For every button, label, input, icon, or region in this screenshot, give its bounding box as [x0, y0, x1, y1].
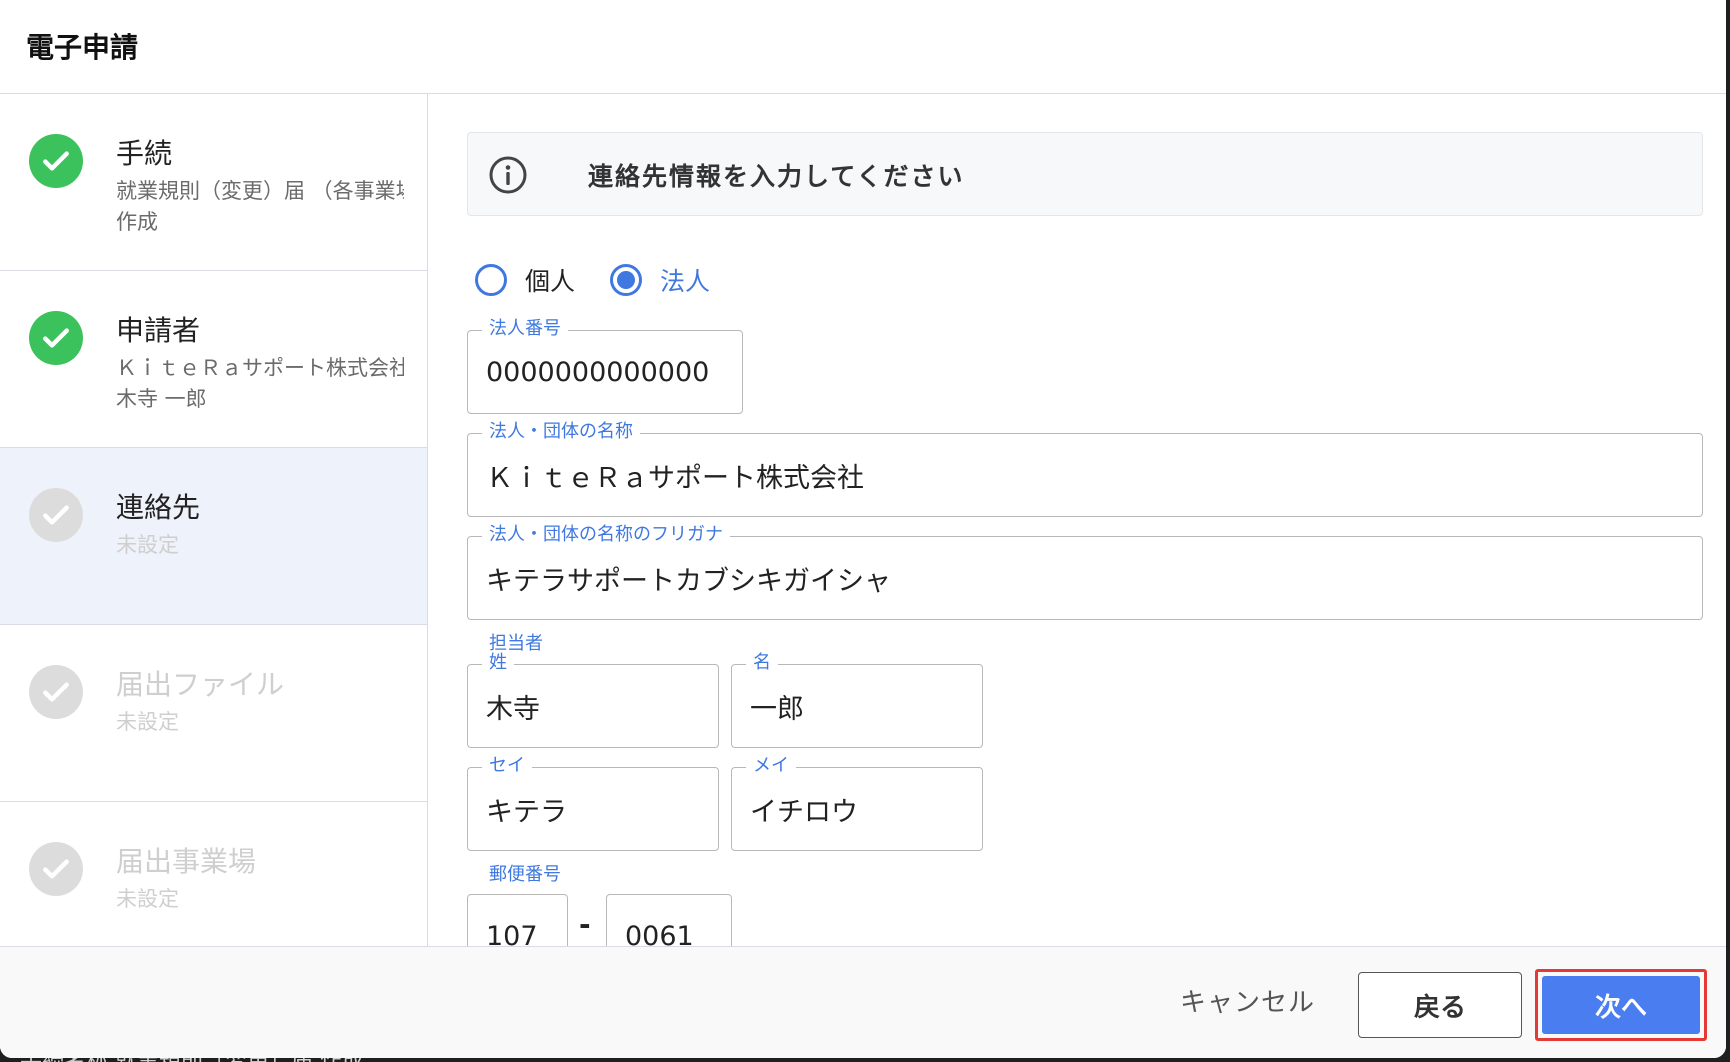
step-submission-file[interactable]: 届出ファイル 未設定	[0, 625, 427, 802]
dialog-title: 電子申請	[26, 31, 139, 64]
step-procedure[interactable]: 手続 就業規則（変更）届 （各事業場単位による届出） 作成	[0, 94, 427, 271]
first-name-kana-field: メイ	[731, 754, 983, 851]
check-circle-icon	[29, 665, 83, 719]
cancel-button[interactable]: キャンセル	[1180, 982, 1315, 1019]
postal-code-first-input[interactable]	[468, 895, 567, 946]
step-subtitle: 未設定	[116, 707, 404, 738]
check-circle-icon	[29, 842, 83, 896]
postal-code-label: 郵便番号	[489, 864, 561, 885]
postal-code-second-field	[606, 894, 732, 946]
check-circle-icon	[29, 488, 83, 542]
radio-checked-icon	[610, 264, 642, 296]
info-icon	[489, 156, 527, 194]
step-contact[interactable]: 連絡先 未設定	[0, 448, 427, 625]
last-name-field: 姓	[467, 651, 719, 748]
step-subtitle-line: ＫｉｔｅＲａサポート株式会社	[116, 356, 404, 380]
step-subtitle-line: 未設定	[116, 710, 179, 734]
step-title: 申請者	[116, 314, 201, 347]
postal-code-first-field	[467, 894, 568, 946]
step-subtitle: ＫｉｔｅＲａサポート株式会社 木寺 一郎	[116, 353, 404, 415]
next-button[interactable]: 次へ	[1542, 976, 1700, 1034]
radio-unchecked-icon	[475, 264, 507, 296]
step-sidebar: 手続 就業規則（変更）届 （各事業場単位による届出） 作成 申請者 ＫｉｔｅＲａ…	[0, 94, 428, 946]
step-subtitle-line: 未設定	[116, 887, 179, 911]
step-subtitle-line: 未設定	[116, 533, 179, 557]
step-title: 届出ファイル	[116, 668, 285, 701]
last-name-kana-field: セイ	[467, 754, 719, 851]
corporate-number-field: 法人番号	[467, 317, 743, 414]
radio-label: 個人	[525, 267, 576, 296]
step-submission-workplace[interactable]: 届出事業場 未設定	[0, 802, 427, 946]
info-message: 連絡先情報を入力してください	[588, 162, 965, 191]
corporate-name-kana-field: 法人・団体の名称のフリガナ	[467, 523, 1703, 620]
corporate-name-field: 法人・団体の名称	[467, 420, 1703, 517]
back-button[interactable]: 戻る	[1358, 972, 1522, 1038]
corporate-name-input[interactable]	[468, 434, 1702, 516]
step-title: 届出事業場	[116, 845, 257, 878]
step-subtitle-line: 木寺 一郎	[116, 387, 207, 411]
step-subtitle-line: 就業規則（変更）届 （各事業場単位による届出）	[116, 179, 404, 203]
contact-form-panel: 連絡先情報を入力してください 個人 法人 法人番号 法人・団体の名称 法人・団体…	[428, 94, 1726, 946]
radio-label: 法人	[660, 267, 711, 296]
step-subtitle: 未設定	[116, 530, 404, 561]
dialog-header: 電子申請	[0, 0, 1726, 94]
last-name-kana-input[interactable]	[468, 768, 718, 850]
next-button-highlight: 次へ	[1535, 969, 1707, 1041]
check-circle-icon	[29, 134, 83, 188]
step-subtitle: 未設定	[116, 884, 404, 915]
step-subtitle: 就業規則（変更）届 （各事業場単位による届出） 作成	[116, 176, 404, 238]
first-name-field: 名	[731, 651, 983, 748]
first-name-input[interactable]	[732, 665, 982, 747]
first-name-kana-input[interactable]	[732, 768, 982, 850]
corporate-name-kana-input[interactable]	[468, 537, 1702, 619]
postal-code-second-input[interactable]	[607, 895, 731, 946]
step-subtitle-line: 作成	[116, 210, 158, 234]
radio-corporation[interactable]: 法人	[610, 260, 710, 300]
info-banner: 連絡先情報を入力してください	[467, 132, 1703, 216]
step-title: 手続	[116, 137, 173, 170]
radio-individual[interactable]: 個人	[475, 260, 575, 300]
step-applicant[interactable]: 申請者 ＫｉｔｅＲａサポート株式会社 木寺 一郎	[0, 271, 427, 448]
check-circle-icon	[29, 311, 83, 365]
last-name-input[interactable]	[468, 665, 718, 747]
postal-separator: -	[579, 908, 591, 941]
electronic-application-dialog: 電子申請 手続 就業規則（変更）届 （各事業場単位による届出） 作成 申請者 Ｋ…	[0, 0, 1726, 1058]
corporate-number-input[interactable]	[468, 331, 742, 413]
step-title: 連絡先	[116, 491, 201, 524]
dialog-footer: キャンセル 戻る 次へ	[0, 946, 1726, 1058]
